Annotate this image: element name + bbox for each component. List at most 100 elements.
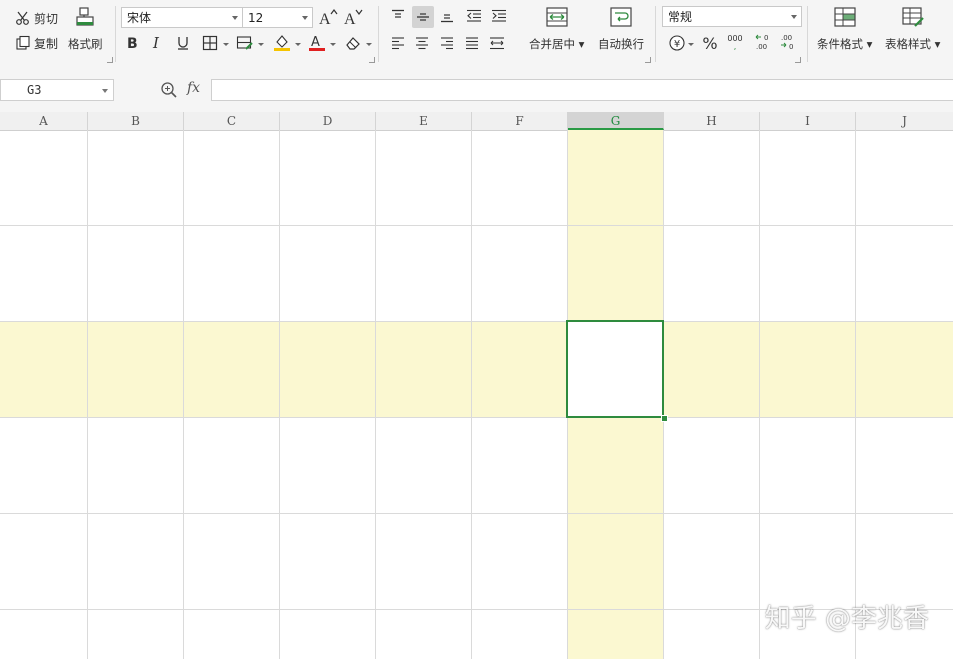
- font-group-launcher[interactable]: [369, 57, 375, 63]
- svg-text:0: 0: [764, 34, 768, 42]
- align-bottom-button[interactable]: [437, 6, 457, 26]
- align-right-icon: [441, 37, 453, 50]
- svg-text:I: I: [152, 35, 160, 51]
- percent-button[interactable]: %: [700, 33, 720, 53]
- merge-cells-icon: [546, 7, 568, 27]
- column-header-i[interactable]: I: [760, 112, 856, 130]
- italic-button[interactable]: I: [148, 33, 168, 53]
- justify-button[interactable]: [462, 33, 482, 53]
- chevron-down-icon[interactable]: [102, 89, 108, 93]
- grid-line: [87, 130, 88, 659]
- merge-center-button[interactable]: 合并居中 ▾: [529, 6, 584, 52]
- font-color-button[interactable]: A: [307, 32, 327, 52]
- conditional-format-label: 条件格式 ▾: [817, 37, 873, 51]
- align-left-icon: [392, 37, 404, 50]
- fill-color-button[interactable]: [272, 32, 292, 52]
- align-bottom-icon: [441, 14, 453, 23]
- clear-button[interactable]: [343, 33, 363, 53]
- table-style-button[interactable]: 表格样式 ▾: [885, 6, 940, 52]
- chevron-down-icon[interactable]: [688, 43, 694, 46]
- number-format-select[interactable]: 常规: [662, 6, 802, 27]
- number-group-launcher[interactable]: [795, 57, 801, 63]
- align-middle-button[interactable]: [412, 6, 434, 28]
- borders-button[interactable]: [200, 33, 220, 53]
- align-middle-icon: [417, 13, 429, 21]
- decrease-indent-button[interactable]: [464, 6, 484, 26]
- column-header-j[interactable]: J: [856, 112, 953, 130]
- align-top-button[interactable]: [388, 6, 408, 26]
- font-size-select[interactable]: 12: [242, 7, 313, 28]
- increase-indent-button[interactable]: [489, 6, 509, 26]
- cut-label: 剪切: [34, 11, 59, 26]
- font-increase-icon: A: [319, 9, 338, 26]
- font-decrease-icon: A: [344, 9, 363, 26]
- svg-text:¥: ¥: [674, 39, 680, 50]
- chevron-down-icon[interactable]: [295, 43, 301, 46]
- cut-button[interactable]: 剪切: [15, 7, 58, 29]
- increase-decimal-icon: 0 .00: [755, 34, 768, 51]
- conditional-format-icon: [834, 7, 856, 27]
- svg-text:0: 0: [789, 43, 793, 51]
- column-header-a[interactable]: A: [0, 112, 88, 130]
- number-format-value: 常规: [668, 10, 693, 24]
- grid-line: [0, 417, 953, 418]
- wrap-text-button[interactable]: 自动换行: [598, 6, 644, 52]
- bold-button[interactable]: B: [123, 33, 143, 53]
- cell-grid[interactable]: [0, 130, 953, 659]
- paint-bucket-icon: [274, 35, 290, 51]
- outdent-icon: [467, 9, 481, 22]
- column-header-e[interactable]: E: [376, 112, 472, 130]
- insert-function-button[interactable]: fx: [187, 80, 200, 96]
- chevron-down-icon[interactable]: [223, 43, 229, 46]
- chevron-down-icon[interactable]: [258, 43, 264, 46]
- scissors-icon: [16, 11, 29, 25]
- copy-button[interactable]: 复制: [15, 32, 58, 54]
- currency-icon: ¥: [669, 35, 685, 51]
- group-divider: [115, 6, 116, 62]
- italic-icon: I: [152, 35, 160, 51]
- thousands-separator-button[interactable]: 000 ,: [725, 32, 745, 52]
- alignment-group-launcher[interactable]: [645, 57, 651, 63]
- distributed-align-button[interactable]: [487, 33, 507, 53]
- table-style-label: 表格样式 ▾: [885, 37, 941, 51]
- align-center-button[interactable]: [412, 33, 432, 53]
- increase-font-size-button[interactable]: A: [318, 7, 338, 27]
- grid-line: [0, 321, 953, 322]
- table-style-icon: [902, 7, 924, 27]
- decrease-font-size-button[interactable]: A: [343, 7, 363, 27]
- grid-line: [375, 130, 376, 659]
- distributed-align-icon: [490, 37, 504, 50]
- column-header-d[interactable]: D: [280, 112, 376, 130]
- copy-icon: [16, 35, 30, 50]
- column-header-b[interactable]: B: [88, 112, 184, 130]
- increase-decimal-button[interactable]: 0 .00: [753, 32, 773, 52]
- fill-handle[interactable]: [661, 415, 668, 422]
- currency-button[interactable]: ¥: [667, 33, 687, 53]
- column-header-g[interactable]: G: [568, 112, 664, 130]
- chevron-down-icon[interactable]: [330, 43, 336, 46]
- underline-button[interactable]: [173, 33, 193, 53]
- format-painter-icon: [76, 7, 94, 26]
- chevron-down-icon[interactable]: [366, 43, 372, 46]
- column-header-c[interactable]: C: [184, 112, 280, 130]
- font-name-select[interactable]: 宋体: [121, 7, 243, 28]
- font-color-icon: A: [309, 35, 325, 51]
- column-header-f[interactable]: F: [472, 112, 568, 130]
- format-painter-button[interactable]: 格式刷: [68, 6, 103, 52]
- selected-row-highlight: [0, 322, 953, 418]
- cell-style-button[interactable]: [235, 33, 255, 53]
- align-right-button[interactable]: [437, 33, 457, 53]
- name-box-value: G3: [27, 83, 42, 97]
- name-box[interactable]: G3: [0, 79, 114, 101]
- active-cell[interactable]: [566, 320, 664, 418]
- formula-input[interactable]: [211, 79, 953, 101]
- decrease-decimal-button[interactable]: .00 0: [778, 32, 798, 52]
- clipboard-group-launcher[interactable]: [107, 57, 113, 63]
- column-header-h[interactable]: H: [664, 112, 760, 130]
- svg-text:B: B: [127, 36, 138, 51]
- zoom-formula-button[interactable]: [160, 81, 178, 102]
- group-divider: [655, 6, 656, 62]
- conditional-format-button[interactable]: 条件格式 ▾: [817, 6, 872, 52]
- align-left-button[interactable]: [388, 33, 408, 53]
- ribbon-toolbar: 剪切 复制 格式刷 宋体 12 A A B I A 合并居中 ▾ 自动换行 常规…: [0, 0, 953, 68]
